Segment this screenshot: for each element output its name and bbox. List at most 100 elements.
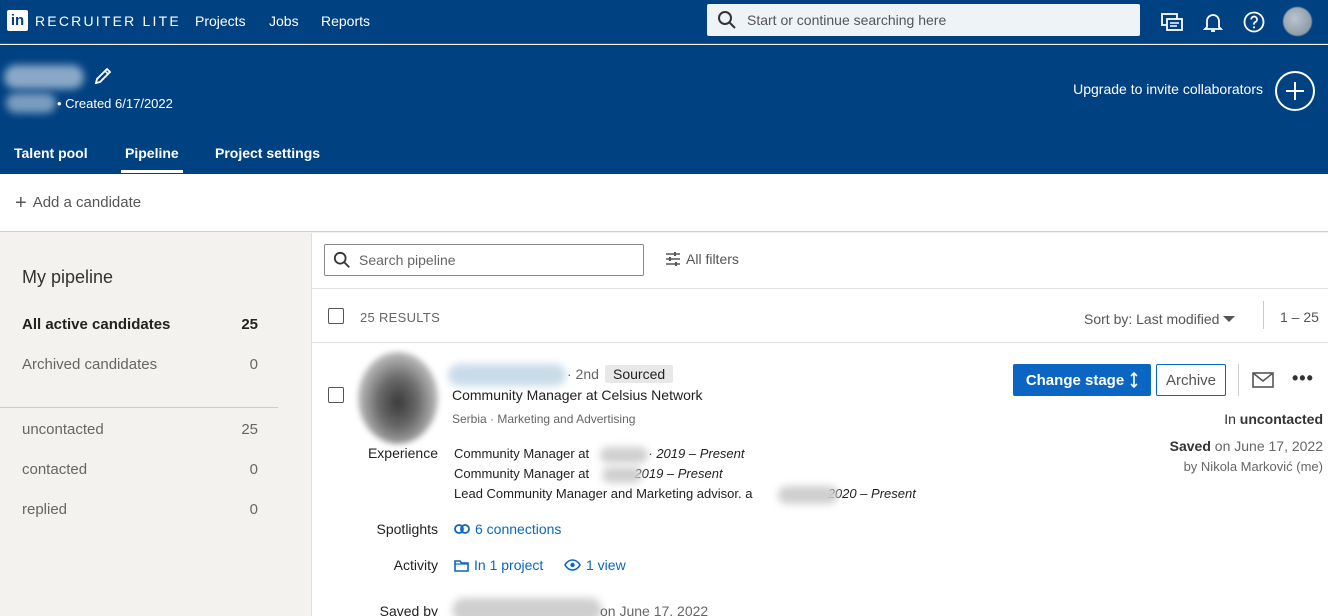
linkedin-logo[interactable]: in RECRUITER LITE	[7, 10, 181, 31]
tab-project-settings[interactable]: Project settings	[215, 145, 320, 161]
experience-dates: 2020 – Present	[827, 486, 916, 501]
caret-down-icon	[1223, 316, 1236, 322]
divider	[1263, 301, 1264, 329]
folder-icon	[454, 559, 469, 572]
nav-reports[interactable]: Reports	[321, 13, 370, 29]
search-icon	[333, 251, 350, 268]
filters-sliders-icon	[666, 252, 680, 266]
user-avatar[interactable]	[1283, 7, 1312, 36]
projects-link[interactable]: In 1 project	[454, 557, 543, 573]
add-candidate-label: Add a candidate	[32, 194, 142, 211]
views-label: 1 view	[586, 557, 626, 573]
spotlights-label: Spotlights	[376, 521, 438, 537]
owner-redacted	[6, 93, 56, 113]
company-redacted-blur	[778, 486, 838, 504]
company-redacted-blur	[600, 447, 648, 463]
results-range: 1 – 25	[1280, 309, 1319, 325]
projects-label: In 1 project	[474, 557, 544, 573]
results-bar: 25 RESULTS Sort by: Last modified 1 – 25	[312, 288, 1328, 343]
all-filters-label: All filters	[686, 251, 739, 267]
edit-pencil-icon[interactable]	[92, 65, 114, 87]
sidebar-item-label: replied	[22, 501, 68, 518]
more-options-icon[interactable]: •••	[1292, 368, 1314, 389]
sidebar-item-label: contacted	[22, 461, 88, 478]
add-collaborator-plus-icon[interactable]	[1275, 71, 1315, 111]
nav-jobs[interactable]: Jobs	[269, 13, 299, 29]
notifications-bell-icon[interactable]	[1201, 10, 1225, 34]
saved-by-label: Saved by	[379, 603, 438, 616]
results-count: 25 RESULTS	[360, 310, 441, 325]
candidate-location-industry: Serbia · Marketing and Advertising	[452, 412, 636, 426]
sidebar-item-replied[interactable]: replied 0	[22, 501, 258, 518]
saved-info: Saved on June 17, 2022	[1170, 438, 1323, 454]
search-icon	[718, 11, 736, 29]
sidebar-item-count: 25	[241, 421, 258, 438]
linkedin-icon: in	[7, 10, 28, 31]
connections-label: 6 connections	[475, 521, 562, 537]
global-search[interactable]	[707, 4, 1140, 36]
saved-by-user: by Nikola Marković (me)	[1183, 459, 1323, 474]
select-all-checkbox[interactable]	[328, 308, 344, 324]
up-down-arrow-icon	[1130, 372, 1138, 388]
current-stage: In uncontacted	[1224, 411, 1323, 427]
project-header: • Created 6/17/2022 Upgrade to invite co…	[0, 45, 1328, 174]
candidate-name-redacted[interactable]	[448, 364, 566, 386]
created-date: • Created 6/17/2022	[57, 96, 173, 111]
sort-dropdown[interactable]: Sort by: Last modified	[1084, 311, 1236, 327]
experience-dates: · 2019 – Present	[648, 446, 745, 461]
candidate-headline: Community Manager at Celsius Network	[452, 387, 703, 403]
change-stage-label: Change stage	[1025, 371, 1125, 389]
pipeline-search[interactable]	[324, 244, 644, 276]
sidebar-item-label: uncontacted	[22, 421, 104, 438]
connections-link[interactable]: 6 connections	[454, 521, 561, 537]
sidebar-item-label: All active candidates	[22, 316, 171, 333]
add-candidate-bar: + Add a candidate	[0, 174, 1328, 232]
sidebar-item-count: 0	[249, 356, 258, 373]
global-search-input[interactable]	[747, 12, 1127, 28]
all-filters-button[interactable]: All filters	[666, 251, 739, 267]
pipeline-sidebar: My pipeline All active candidates 25 Arc…	[0, 233, 310, 616]
pipeline-main: All filters 25 RESULTS Sort by: Last mod…	[311, 233, 1328, 616]
experience-label: Experience	[367, 445, 438, 461]
sidebar-title: My pipeline	[22, 267, 114, 287]
change-stage-button[interactable]: Change stage	[1013, 364, 1151, 396]
help-icon[interactable]	[1242, 10, 1266, 34]
status-badge: Sourced	[605, 365, 674, 383]
sidebar-item-uncontacted[interactable]: uncontacted 25	[22, 421, 258, 438]
sidebar-item-contacted[interactable]: contacted 0	[22, 461, 258, 478]
experience-item: Community Manager at 2019 – Present	[454, 466, 723, 481]
plus-icon: +	[15, 191, 27, 214]
sidebar-item-label: Archived candidates	[22, 356, 158, 373]
stage-prefix: In	[1224, 411, 1236, 427]
sidebar-item-all-active[interactable]: All active candidates 25	[22, 316, 258, 333]
saved-by-date: on June 17, 2022	[600, 603, 709, 616]
upgrade-label[interactable]: Upgrade to invite collaborators	[1073, 81, 1263, 97]
views-link[interactable]: 1 view	[564, 557, 626, 573]
experience-title: Community Manager at	[454, 466, 590, 481]
activity-label: Activity	[393, 557, 438, 573]
sidebar-item-archived[interactable]: Archived candidates 0	[22, 356, 258, 373]
top-nav: in RECRUITER LITE Projects Jobs Reports	[0, 0, 1328, 44]
sidebar-item-count: 25	[241, 316, 258, 333]
company-redacted-blur	[602, 467, 642, 483]
experience-title: Community Manager at	[454, 446, 590, 461]
sidebar-item-count: 0	[249, 461, 258, 478]
nav-projects[interactable]: Projects	[195, 13, 246, 29]
candidate-card: · 2nd Sourced Community Manager at Celsi…	[312, 344, 1328, 616]
candidate-photo[interactable]	[358, 352, 438, 444]
archive-button[interactable]: Archive	[1156, 364, 1226, 396]
message-envelope-icon[interactable]	[1252, 372, 1274, 388]
pipeline-search-input[interactable]	[359, 252, 629, 268]
saved-prefix: Saved	[1169, 438, 1211, 454]
brand-name: RECRUITER LITE	[35, 12, 181, 29]
add-candidate-button[interactable]: + Add a candidate	[15, 191, 142, 214]
stage-name: uncontacted	[1239, 411, 1323, 427]
tab-pipeline[interactable]: Pipeline	[125, 145, 179, 161]
project-name-redacted	[4, 65, 84, 89]
connections-icon	[454, 524, 470, 534]
candidate-checkbox[interactable]	[328, 387, 344, 403]
messages-icon[interactable]	[1160, 10, 1184, 34]
saved-date: on June 17, 2022	[1214, 438, 1323, 454]
experience-title: Lead Community Manager and Marketing adv…	[454, 486, 753, 501]
tab-talent-pool[interactable]: Talent pool	[14, 145, 88, 161]
